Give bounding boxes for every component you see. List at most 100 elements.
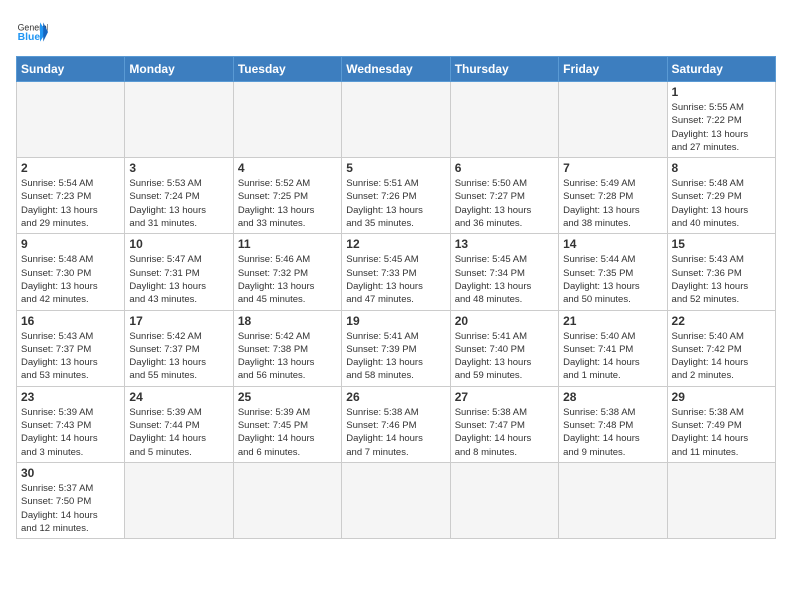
day-of-week-header: Sunday [17, 57, 125, 82]
day-info: Sunrise: 5:44 AM Sunset: 7:35 PM Dayligh… [563, 253, 662, 306]
calendar-day-cell: 30 Sunrise: 5:37 AM Sunset: 7:50 PM Dayli… [17, 462, 125, 538]
day-info: Sunrise: 5:55 AM Sunset: 7:22 PM Dayligh… [672, 101, 771, 154]
calendar-day-cell: 19 Sunrise: 5:41 AM Sunset: 7:39 PM Dayli… [342, 310, 450, 386]
day-info: Sunrise: 5:38 AM Sunset: 7:48 PM Dayligh… [563, 406, 662, 459]
calendar-day-cell: 29Sunrise: 5:38 AM Sunset: 7:49 PM Dayli… [667, 386, 775, 462]
day-number: 2 [21, 161, 120, 175]
day-info: Sunrise: 5:51 AM Sunset: 7:26 PM Dayligh… [346, 177, 445, 230]
day-info: Sunrise: 5:45 AM Sunset: 7:34 PM Dayligh… [455, 253, 554, 306]
day-number: 15 [672, 237, 771, 251]
day-of-week-header: Tuesday [233, 57, 341, 82]
calendar-day-cell: 9Sunrise: 5:48 AM Sunset: 7:30 PM Daylig… [17, 234, 125, 310]
day-of-week-header: Friday [559, 57, 667, 82]
calendar-day-cell: 23 Sunrise: 5:39 AM Sunset: 7:43 PM Dayli… [17, 386, 125, 462]
day-info: Sunrise: 5:38 AM Sunset: 7:46 PM Dayligh… [346, 406, 445, 459]
day-info: Sunrise: 5:39 AM Sunset: 7:44 PM Dayligh… [129, 406, 228, 459]
day-number: 7 [563, 161, 662, 175]
day-info: Sunrise: 5:49 AM Sunset: 7:28 PM Dayligh… [563, 177, 662, 230]
calendar-day-cell: 12 Sunrise: 5:45 AM Sunset: 7:33 PM Dayli… [342, 234, 450, 310]
day-number: 8 [672, 161, 771, 175]
calendar-day-cell: 8 Sunrise: 5:48 AM Sunset: 7:29 PM Daylig… [667, 158, 775, 234]
calendar-day-cell [559, 82, 667, 158]
day-number: 6 [455, 161, 554, 175]
calendar-day-cell [125, 462, 233, 538]
day-info: Sunrise: 5:42 AM Sunset: 7:38 PM Dayligh… [238, 330, 337, 383]
calendar-day-cell: 22Sunrise: 5:40 AM Sunset: 7:42 PM Dayli… [667, 310, 775, 386]
day-info: Sunrise: 5:48 AM Sunset: 7:29 PM Dayligh… [672, 177, 771, 230]
day-of-week-header: Monday [125, 57, 233, 82]
day-number: 20 [455, 314, 554, 328]
day-number: 18 [238, 314, 337, 328]
calendar-day-cell: 28 Sunrise: 5:38 AM Sunset: 7:48 PM Dayli… [559, 386, 667, 462]
day-info: Sunrise: 5:54 AM Sunset: 7:23 PM Dayligh… [21, 177, 120, 230]
logo: General Blue [16, 16, 48, 48]
day-number: 3 [129, 161, 228, 175]
calendar-day-cell: 15Sunrise: 5:43 AM Sunset: 7:36 PM Dayli… [667, 234, 775, 310]
calendar-day-cell: 3 Sunrise: 5:53 AM Sunset: 7:24 PM Daylig… [125, 158, 233, 234]
calendar-day-cell: 10 Sunrise: 5:47 AM Sunset: 7:31 PM Dayli… [125, 234, 233, 310]
day-info: Sunrise: 5:53 AM Sunset: 7:24 PM Dayligh… [129, 177, 228, 230]
calendar-day-cell [667, 462, 775, 538]
day-number: 19 [346, 314, 445, 328]
day-info: Sunrise: 5:50 AM Sunset: 7:27 PM Dayligh… [455, 177, 554, 230]
day-number: 17 [129, 314, 228, 328]
day-info: Sunrise: 5:40 AM Sunset: 7:42 PM Dayligh… [672, 330, 771, 383]
day-info: Sunrise: 5:46 AM Sunset: 7:32 PM Dayligh… [238, 253, 337, 306]
calendar-day-cell [233, 462, 341, 538]
day-number: 13 [455, 237, 554, 251]
calendar-table: SundayMondayTuesdayWednesdayThursdayFrid… [16, 56, 776, 539]
calendar-day-cell: 11 Sunrise: 5:46 AM Sunset: 7:32 PM Dayli… [233, 234, 341, 310]
day-info: Sunrise: 5:41 AM Sunset: 7:39 PM Dayligh… [346, 330, 445, 383]
day-of-week-header: Saturday [667, 57, 775, 82]
header: General Blue [16, 16, 776, 48]
calendar-day-cell: 27Sunrise: 5:38 AM Sunset: 7:47 PM Dayli… [450, 386, 558, 462]
day-number: 12 [346, 237, 445, 251]
calendar-day-cell [450, 82, 558, 158]
day-number: 4 [238, 161, 337, 175]
day-number: 9 [21, 237, 120, 251]
day-number: 21 [563, 314, 662, 328]
day-of-week-header: Wednesday [342, 57, 450, 82]
day-number: 24 [129, 390, 228, 404]
calendar-day-cell: 21Sunrise: 5:40 AM Sunset: 7:41 PM Dayli… [559, 310, 667, 386]
generalblue-logo-icon: General Blue [16, 16, 48, 48]
day-number: 25 [238, 390, 337, 404]
calendar-day-cell: 5 Sunrise: 5:51 AM Sunset: 7:26 PM Daylig… [342, 158, 450, 234]
calendar-day-cell [342, 462, 450, 538]
calendar-day-cell: 1Sunrise: 5:55 AM Sunset: 7:22 PM Daylig… [667, 82, 775, 158]
calendar-day-cell: 7 Sunrise: 5:49 AM Sunset: 7:28 PM Daylig… [559, 158, 667, 234]
day-info: Sunrise: 5:39 AM Sunset: 7:43 PM Dayligh… [21, 406, 120, 459]
day-number: 5 [346, 161, 445, 175]
calendar-day-cell: 26Sunrise: 5:38 AM Sunset: 7:46 PM Dayli… [342, 386, 450, 462]
day-of-week-header: Thursday [450, 57, 558, 82]
day-number: 30 [21, 466, 120, 480]
calendar-day-cell [233, 82, 341, 158]
calendar-day-cell [342, 82, 450, 158]
calendar-day-cell: 24 Sunrise: 5:39 AM Sunset: 7:44 PM Dayli… [125, 386, 233, 462]
calendar-day-cell: 25 Sunrise: 5:39 AM Sunset: 7:45 PM Dayli… [233, 386, 341, 462]
day-info: Sunrise: 5:39 AM Sunset: 7:45 PM Dayligh… [238, 406, 337, 459]
day-number: 11 [238, 237, 337, 251]
calendar-day-cell [125, 82, 233, 158]
day-number: 16 [21, 314, 120, 328]
day-info: Sunrise: 5:37 AM Sunset: 7:50 PM Dayligh… [21, 482, 120, 535]
day-number: 23 [21, 390, 120, 404]
day-number: 10 [129, 237, 228, 251]
calendar-day-cell [559, 462, 667, 538]
day-info: Sunrise: 5:41 AM Sunset: 7:40 PM Dayligh… [455, 330, 554, 383]
calendar-day-cell: 18 Sunrise: 5:42 AM Sunset: 7:38 PM Dayli… [233, 310, 341, 386]
calendar-week-row: 1Sunrise: 5:55 AM Sunset: 7:22 PM Daylig… [17, 82, 776, 158]
day-info: Sunrise: 5:52 AM Sunset: 7:25 PM Dayligh… [238, 177, 337, 230]
calendar-day-cell: 17Sunrise: 5:42 AM Sunset: 7:37 PM Dayli… [125, 310, 233, 386]
calendar-day-cell: 6 Sunrise: 5:50 AM Sunset: 7:27 PM Daylig… [450, 158, 558, 234]
calendar-day-cell [17, 82, 125, 158]
calendar-day-cell: 4 Sunrise: 5:52 AM Sunset: 7:25 PM Daylig… [233, 158, 341, 234]
day-info: Sunrise: 5:47 AM Sunset: 7:31 PM Dayligh… [129, 253, 228, 306]
day-info: Sunrise: 5:45 AM Sunset: 7:33 PM Dayligh… [346, 253, 445, 306]
day-number: 28 [563, 390, 662, 404]
calendar-day-cell: 14 Sunrise: 5:44 AM Sunset: 7:35 PM Dayli… [559, 234, 667, 310]
day-number: 29 [672, 390, 771, 404]
day-info: Sunrise: 5:38 AM Sunset: 7:47 PM Dayligh… [455, 406, 554, 459]
day-number: 14 [563, 237, 662, 251]
calendar-week-row: 2 Sunrise: 5:54 AM Sunset: 7:23 PM Daylig… [17, 158, 776, 234]
